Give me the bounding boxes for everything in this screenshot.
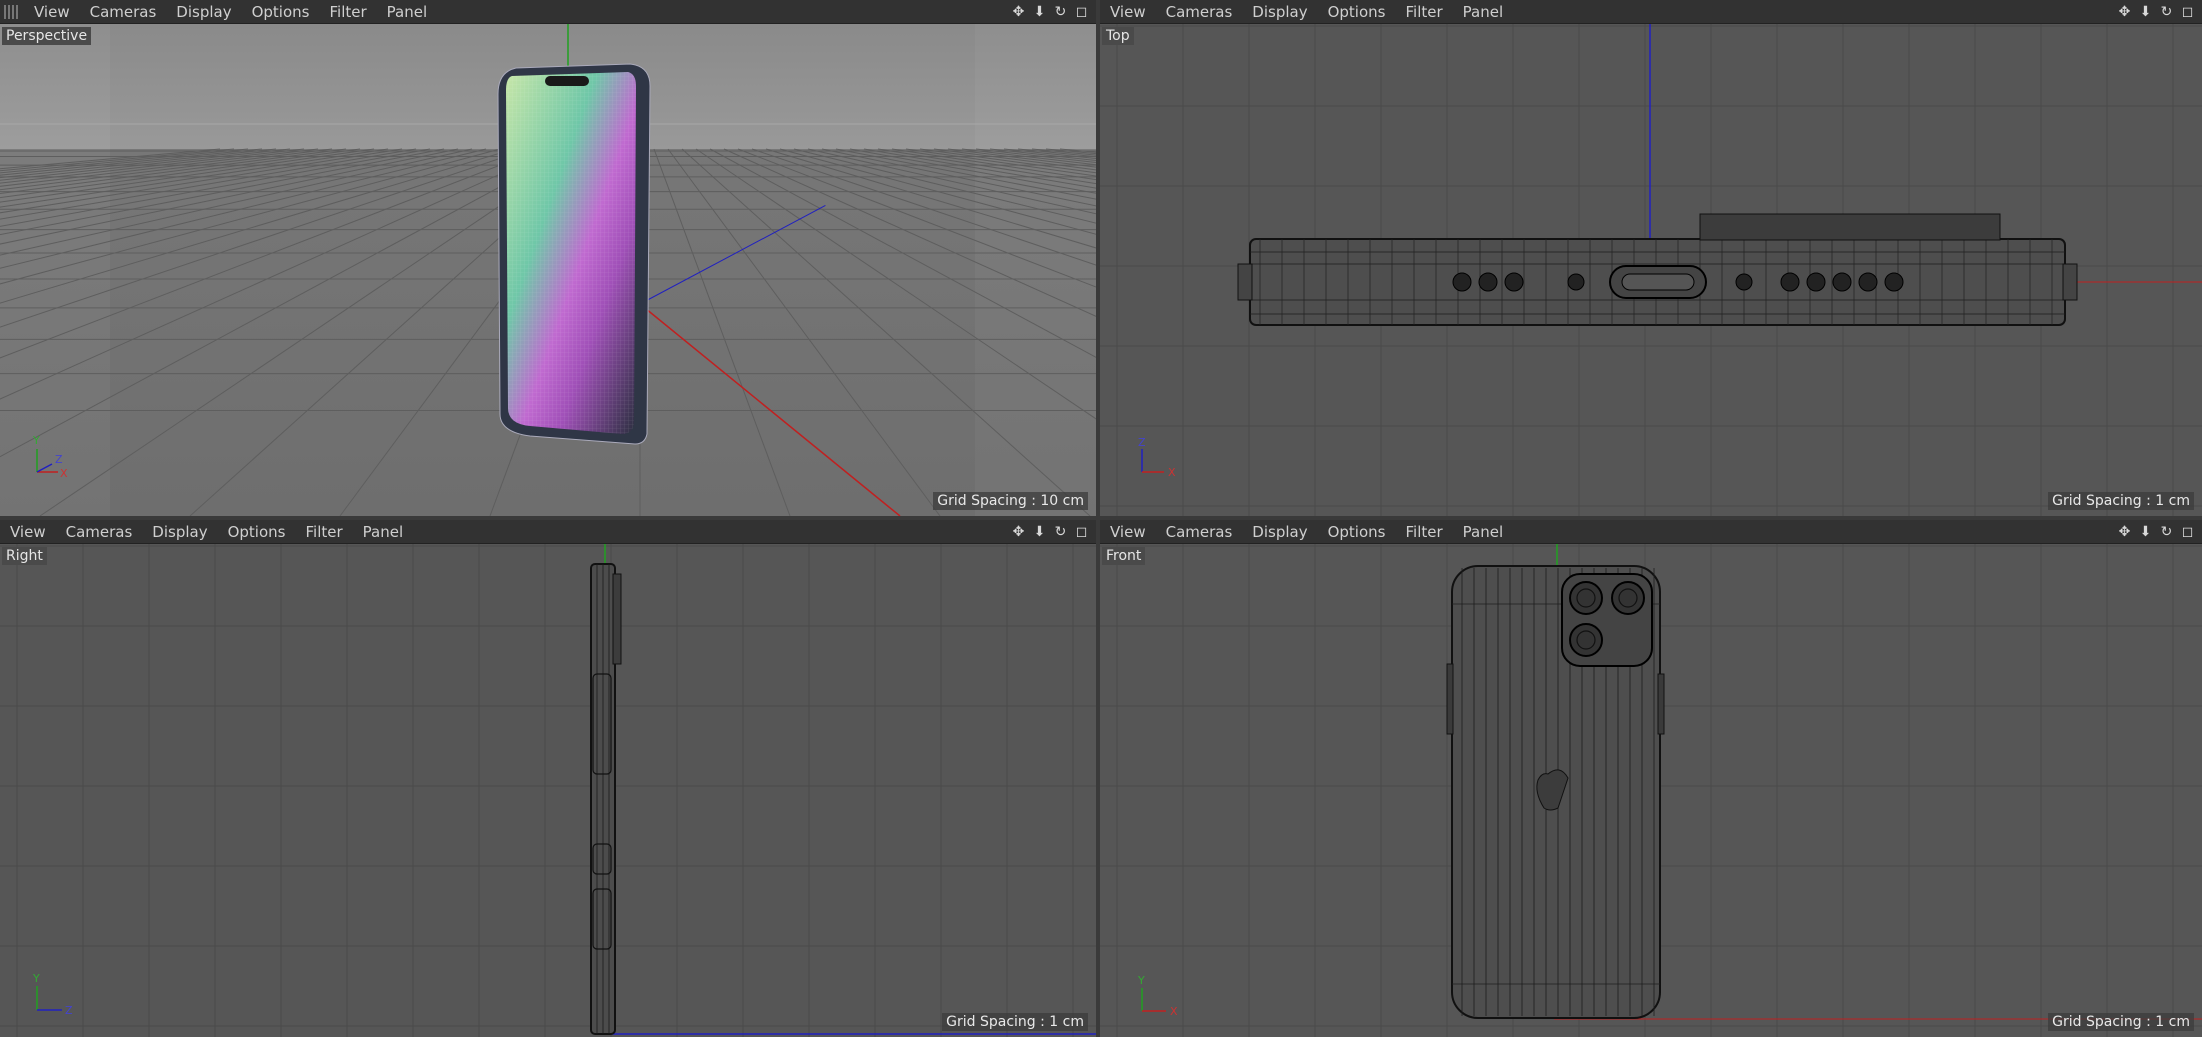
move-icon[interactable]: ✥	[2116, 3, 2133, 20]
viewport-menubar: View Cameras Display Options Filter Pane…	[0, 520, 1096, 544]
menu-display[interactable]: Display	[1242, 523, 1317, 541]
viewport-label: Perspective	[2, 27, 92, 45]
menu-display[interactable]: Display	[166, 3, 241, 21]
menu-panel[interactable]: Panel	[353, 523, 413, 541]
menu-view[interactable]: View	[0, 523, 56, 541]
viewport-menubar: View Cameras Display Options Filter Pane…	[1100, 520, 2202, 544]
menu-filter[interactable]: Filter	[1395, 3, 1452, 21]
menu-cameras[interactable]: Cameras	[56, 523, 143, 541]
grid-spacing-label: Grid Spacing : 10 cm	[933, 492, 1088, 510]
menu-display[interactable]: Display	[142, 523, 217, 541]
rotate-icon[interactable]: ↻	[2158, 3, 2175, 20]
viewport-right[interactable]: View Cameras Display Options Filter Pane…	[0, 520, 1096, 1037]
viewport-canvas[interactable]: Y Z X	[0, 24, 1096, 516]
menu-cameras[interactable]: Cameras	[80, 3, 167, 21]
axis-label-a: Y	[32, 434, 40, 447]
viewport-canvas[interactable]: Y X	[1100, 544, 2202, 1037]
menu-display[interactable]: Display	[1242, 3, 1317, 21]
viewport-top[interactable]: View Cameras Display Options Filter Pane…	[1100, 0, 2202, 516]
viewport-perspective[interactable]: View Cameras Display Options Filter Pane…	[0, 0, 1096, 516]
viewport-tools: ✥ ⬇ ↻ ◻	[2116, 523, 2202, 540]
menu-options[interactable]: Options	[1318, 523, 1396, 541]
viewport-label: Top	[1102, 27, 1134, 45]
axis-label-a: Y	[1137, 974, 1145, 987]
grid-spacing-label: Grid Spacing : 1 cm	[942, 1013, 1088, 1031]
down-arrow-icon[interactable]: ⬇	[1031, 3, 1048, 20]
viewport-tools: ✥ ⬇ ↻ ◻	[1010, 3, 1096, 20]
grid-spacing-label: Grid Spacing : 1 cm	[2048, 492, 2194, 510]
menu-filter[interactable]: Filter	[319, 3, 376, 21]
down-arrow-icon[interactable]: ⬇	[1031, 523, 1048, 540]
menu-filter[interactable]: Filter	[295, 523, 352, 541]
maximize-icon[interactable]: ◻	[2179, 3, 2196, 20]
move-icon[interactable]: ✥	[2116, 523, 2133, 540]
menu-view[interactable]: View	[1100, 3, 1156, 21]
menu-panel[interactable]: Panel	[1453, 523, 1513, 541]
maximize-icon[interactable]: ◻	[2179, 523, 2196, 540]
rotate-icon[interactable]: ↻	[2158, 523, 2175, 540]
menu-cameras[interactable]: Cameras	[1156, 523, 1243, 541]
axis-label-c: X	[60, 467, 68, 480]
viewport-label: Front	[1102, 547, 1146, 565]
maximize-icon[interactable]: ◻	[1073, 523, 1090, 540]
move-icon[interactable]: ✥	[1010, 3, 1027, 20]
menu-filter[interactable]: Filter	[1395, 523, 1452, 541]
viewport-label: Right	[2, 547, 47, 565]
maximize-icon[interactable]: ◻	[1073, 3, 1090, 20]
viewport-canvas[interactable]: Z X	[1100, 24, 2202, 516]
viewport-front[interactable]: View Cameras Display Options Filter Pane…	[1100, 520, 2202, 1037]
down-arrow-icon[interactable]: ⬇	[2137, 523, 2154, 540]
axis-label-a: Z	[1138, 436, 1146, 449]
rotate-icon[interactable]: ↻	[1052, 3, 1069, 20]
axis-label-b: X	[1168, 466, 1176, 479]
down-arrow-icon[interactable]: ⬇	[2137, 3, 2154, 20]
viewport-menubar: View Cameras Display Options Filter Pane…	[0, 0, 1096, 24]
menu-options[interactable]: Options	[1318, 3, 1396, 21]
menu-panel[interactable]: Panel	[377, 3, 437, 21]
viewport-tools: ✥ ⬇ ↻ ◻	[1010, 523, 1096, 540]
axis-label-b: Z	[55, 453, 63, 466]
menu-view[interactable]: View	[24, 3, 80, 21]
grip-icon[interactable]	[4, 4, 18, 19]
viewport-tools: ✥ ⬇ ↻ ◻	[2116, 3, 2202, 20]
move-icon[interactable]: ✥	[1010, 523, 1027, 540]
axis-label-b: X	[1170, 1005, 1178, 1018]
viewport-canvas[interactable]: Y Z	[0, 544, 1096, 1037]
menu-view[interactable]: View	[1100, 523, 1156, 541]
menu-cameras[interactable]: Cameras	[1156, 3, 1243, 21]
rotate-icon[interactable]: ↻	[1052, 523, 1069, 540]
axis-label-b: Z	[65, 1004, 73, 1017]
menu-options[interactable]: Options	[242, 3, 320, 21]
menu-options[interactable]: Options	[218, 523, 296, 541]
viewport-menubar: View Cameras Display Options Filter Pane…	[1100, 0, 2202, 24]
grid-spacing-label: Grid Spacing : 1 cm	[2048, 1013, 2194, 1031]
axis-label-a: Y	[32, 972, 40, 985]
menu-panel[interactable]: Panel	[1453, 3, 1513, 21]
